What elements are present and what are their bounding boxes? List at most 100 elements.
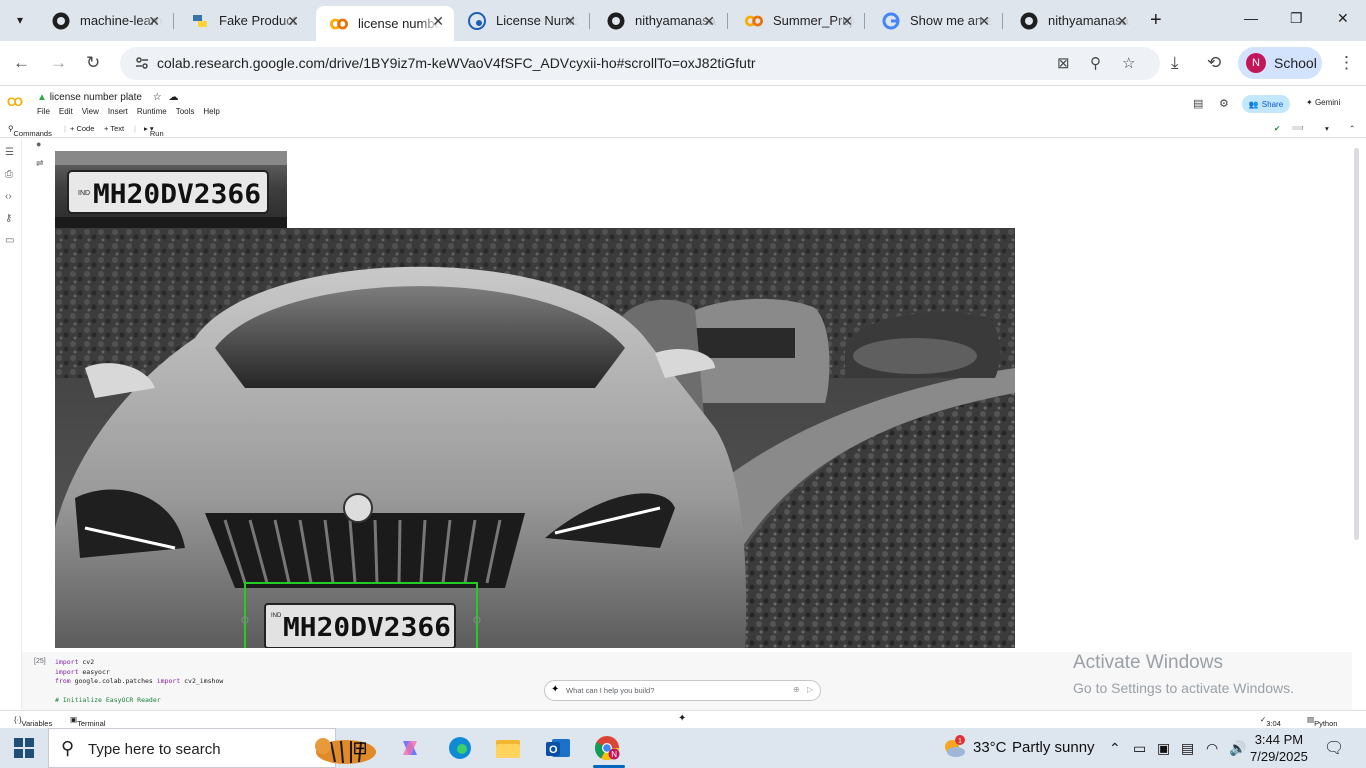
code-line[interactable]: # Initialize EasyOCR Reader (55, 696, 161, 704)
settings-gear-icon[interactable]: ⚙ (1219, 97, 1229, 110)
notifications-icon[interactable]: 🗨 (1324, 738, 1344, 758)
comments-icon[interactable]: ▤ (1193, 97, 1203, 110)
meet-now-icon[interactable]: ▭ (1133, 740, 1146, 757)
menu-help[interactable]: Help (203, 107, 219, 116)
camera-off-icon[interactable]: ⊠ (1057, 54, 1070, 72)
runtime-type[interactable]: ▤ Python 3 (1307, 715, 1337, 737)
cell-collapse-icon[interactable]: ● (36, 139, 41, 149)
browser-tab[interactable]: Show me an example✕ (868, 6, 1000, 35)
outlook-icon[interactable]: O (544, 734, 572, 762)
browser-tab[interactable]: nithyamanasa ✕ (593, 6, 725, 35)
wifi-icon[interactable]: ◠ (1206, 740, 1218, 757)
code-line[interactable]: import easyocr (55, 668, 110, 676)
code-line[interactable]: from google.colab.patches import cv2_ims… (55, 677, 223, 685)
site-info-icon[interactable] (134, 55, 150, 71)
gemini-prompt-box[interactable]: ✦ What can I help you build? ⊕ ▷ (544, 680, 821, 701)
tab-close-icon[interactable]: ✕ (564, 13, 576, 30)
chrome-icon[interactable]: N (593, 734, 621, 762)
find-icon[interactable]: ⎙ (5, 169, 13, 180)
task-view-icon[interactable]: ⊟ (346, 734, 374, 762)
menu-insert[interactable]: Insert (108, 107, 128, 116)
tab-close-icon[interactable]: ✕ (1116, 13, 1128, 30)
volume-icon[interactable]: 🔊 (1229, 740, 1246, 757)
tab-close-icon[interactable]: ✕ (841, 13, 853, 30)
battery-icon[interactable]: ▤ (1181, 740, 1194, 757)
files-folder-icon[interactable]: ▭ (5, 235, 14, 246)
menu-tools[interactable]: Tools (176, 107, 195, 116)
teams-chat-icon[interactable]: ▣ (1157, 740, 1170, 757)
code-line[interactable]: import cv2 (55, 658, 94, 666)
gemini-prompt-placeholder[interactable]: What can I help you build? (566, 686, 654, 695)
search-icon: ⚲ (61, 738, 75, 758)
restore-button[interactable]: ❐ (1290, 10, 1303, 27)
send-icon[interactable]: ▷ (807, 685, 813, 694)
notebook-title[interactable]: license number plate (50, 92, 142, 103)
url-text[interactable]: colab.research.google.com/drive/1BY9iz7m… (157, 55, 756, 71)
add-text-button[interactable]: + Text (104, 124, 124, 133)
reload-button[interactable]: ↻ (86, 53, 100, 73)
weather-temperature[interactable]: 33°C (973, 739, 1007, 756)
copilot-icon[interactable] (396, 734, 424, 762)
share-button[interactable]: 👥 Share (1242, 95, 1290, 113)
code-token: import (156, 677, 181, 685)
variables-button[interactable]: {·} Variables (14, 715, 52, 728)
menu-runtime[interactable]: Runtime (137, 107, 167, 116)
bookmark-star-icon[interactable]: ☆ (1122, 54, 1135, 72)
tab-close-icon[interactable]: ✕ (148, 13, 160, 30)
commands-button[interactable]: ⚲ Commands (8, 124, 52, 138)
address-bar[interactable]: colab.research.google.com/drive/1BY9iz7m… (120, 47, 1160, 80)
weather-icon[interactable]: 1 (942, 735, 966, 762)
gemini-button[interactable]: ✦ Gemini (1306, 98, 1340, 107)
star-icon[interactable]: ☆ (153, 92, 162, 103)
back-button[interactable]: ← (13, 53, 30, 73)
collapse-header-icon[interactable]: ⌃ (1349, 124, 1355, 133)
profile-button[interactable]: N School (1238, 47, 1322, 79)
toc-icon[interactable]: ☰ (5, 147, 14, 158)
taskbar-search-placeholder[interactable]: Type here to search (88, 741, 221, 758)
add-code-button[interactable]: + Code (70, 124, 94, 133)
tab-close-icon[interactable]: ✕ (978, 13, 990, 30)
tab-search-chevron-icon[interactable]: ▾ (8, 8, 32, 32)
colab-status-bar: {·} Variables ▣ Terminal ✦ ✓ 3:04 PM ▤ P… (0, 710, 1366, 737)
menu-edit[interactable]: Edit (59, 107, 73, 116)
tab-close-icon[interactable]: ✕ (287, 13, 299, 30)
browser-tab[interactable]: Fake Product Review✕ (177, 6, 309, 35)
attach-icon[interactable]: ⊕ (793, 685, 800, 694)
menu-view[interactable]: View (82, 107, 99, 116)
minimize-button[interactable]: — (1244, 10, 1258, 26)
secrets-key-icon[interactable]: ⚷ (5, 213, 12, 224)
code-token: import (55, 668, 79, 676)
weather-description[interactable]: Partly sunny (1012, 739, 1095, 756)
github-icon (52, 12, 70, 30)
output-options-icon[interactable]: ⇌ (36, 158, 44, 169)
colab-logo[interactable]: CO (7, 95, 23, 109)
extensions-icon[interactable]: ⟲ (1207, 53, 1221, 73)
zoom-icon[interactable]: ⚲ (1090, 54, 1101, 72)
tab-close-icon[interactable]: ✕ (703, 13, 715, 30)
browser-tab[interactable]: license number plate✕ (316, 6, 454, 41)
file-explorer-icon[interactable] (494, 734, 522, 762)
run-all-button[interactable]: ▸ Run all ▾ (144, 124, 164, 147)
browser-tab[interactable]: Summer_Project✕ (731, 6, 863, 35)
forward-button[interactable]: → (50, 53, 67, 73)
scrollbar-thumb[interactable] (1354, 148, 1359, 540)
gemini-spark-icon[interactable]: ✦ (678, 713, 686, 724)
menu-file[interactable]: File (37, 107, 50, 116)
windows-start-icon[interactable] (14, 738, 34, 758)
new-tab-button[interactable]: + (1150, 9, 1162, 32)
browser-menu-icon[interactable]: ⋮ (1338, 53, 1355, 73)
edge-icon[interactable] (446, 734, 474, 762)
terminal-button[interactable]: ▣ Terminal (70, 715, 105, 728)
browser-tab[interactable]: nithyamanasa ✕ (1006, 6, 1138, 35)
code-snippets-icon[interactable]: ‹› (5, 191, 12, 202)
show-hidden-icons-chevron-icon[interactable]: ⌃ (1109, 740, 1121, 757)
downloads-icon[interactable]: ⤓ (1171, 53, 1179, 73)
taskbar-clock[interactable]: 3:44 PM 7/29/2025 (1250, 731, 1308, 765)
browser-tab[interactable]: machine-learning✕ (38, 6, 170, 35)
code-token: easyocr (78, 668, 110, 676)
taskbar-search[interactable]: ⚲ Type here to search (48, 728, 376, 768)
close-window-button[interactable]: ✕ (1337, 10, 1349, 27)
tab-close-icon[interactable]: ✕ (432, 13, 444, 30)
browser-tab[interactable]: License Number Plate✕ (454, 6, 586, 35)
runtime-dropdown-icon[interactable]: ▾ (1325, 124, 1329, 133)
